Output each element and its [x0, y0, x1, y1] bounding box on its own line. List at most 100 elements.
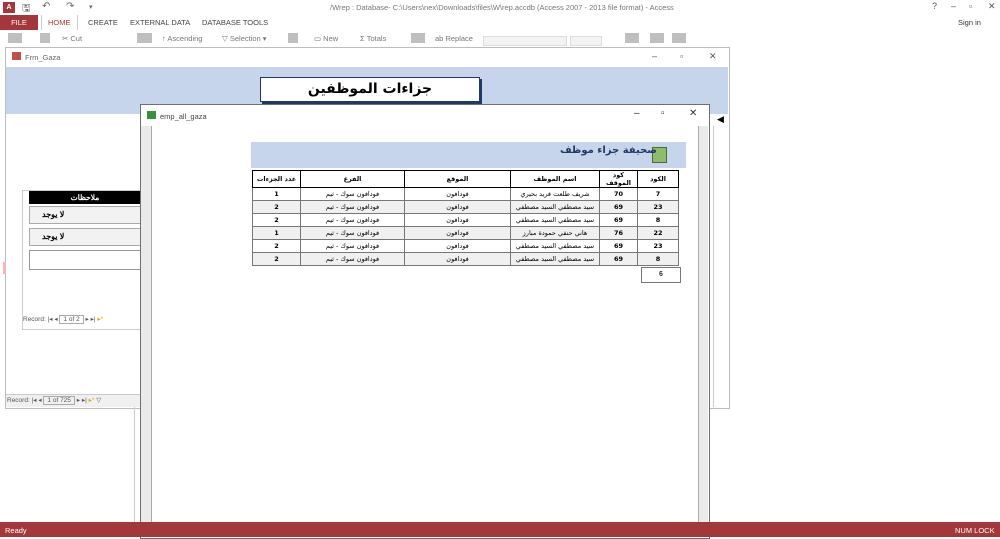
redo-icon[interactable]: ↷ [66, 1, 74, 12]
ascending-button[interactable]: ↑ Ascending [162, 34, 202, 43]
col-code: الكود [637, 170, 679, 188]
report-header-row: عدد الجزءات الفرع الموقع اسم الموظف كود … [252, 170, 679, 188]
subform-record-position[interactable]: 1 of 2 [59, 315, 84, 324]
new-record-button[interactable]: ▭ New [314, 34, 338, 43]
frm-minimize-button[interactable]: – [652, 51, 657, 61]
col-location: الموقع [404, 170, 511, 188]
scroll-right-arrow-icon[interactable]: ◀ [717, 114, 724, 125]
row-position-code-cell: 69 [599, 239, 638, 253]
filter-indicator-icon[interactable]: ▽ [96, 397, 101, 404]
emp-minimize-button[interactable]: – [634, 108, 640, 119]
row-location-cell: فودافون [404, 187, 511, 201]
row-penalty-count-cell: 2 [252, 213, 301, 227]
col-employee-name: اسم الموظف [510, 170, 600, 188]
status-bar [0, 522, 1000, 537]
cut-button[interactable]: ✂ Cut [62, 34, 82, 43]
row-employee-name-cell: سيد مصطفي السيد مصطفي [510, 213, 600, 227]
row-location-cell: فودافون [404, 213, 511, 227]
new-record-icon[interactable]: ▸* [89, 397, 95, 404]
row-position-code-cell: 76 [599, 226, 638, 240]
new-record-icon[interactable]: ▸* [97, 316, 103, 323]
font-size-box[interactable] [570, 36, 602, 46]
record-selector-mark [3, 262, 6, 274]
report-total-count: 6 [641, 267, 681, 283]
next-record-icon[interactable]: ▸ [86, 316, 89, 323]
help-button[interactable]: ? [932, 1, 937, 11]
tab-file[interactable]: FILE [0, 15, 38, 30]
main-record-position[interactable]: 1 of 725 [43, 396, 75, 405]
frm-close-button[interactable]: ✕ [709, 51, 717, 62]
filter-icon[interactable] [137, 33, 152, 43]
first-record-icon[interactable]: |◂ [48, 316, 53, 323]
emp-all-gaza-titlebar [141, 105, 708, 126]
status-text: Ready [5, 526, 27, 535]
subform-row[interactable]: لا يوجد [29, 228, 143, 246]
row-penalty-count-cell: 2 [252, 239, 301, 253]
report-margin-left [141, 126, 151, 537]
record-label: Record: [23, 316, 46, 323]
restore-button[interactable]: ▫ [969, 1, 972, 11]
row-penalty-count-cell: 1 [252, 226, 301, 240]
row-branch-cell: فودافون سوك - ثيم [300, 200, 405, 214]
replace-label: Replace [445, 34, 473, 43]
row-location-cell: فودافون [404, 239, 511, 253]
emp-all-gaza-title: emp_all_gaza [160, 112, 207, 121]
table-row[interactable]: 1 فودافون سوك - ثيم فودافون هاني حنفي حمودة… [252, 226, 679, 240]
subform-record-navigator: Record: |◂ ◂ 1 of 2 ▸ ▸| ▸* [23, 315, 141, 325]
grid-icon[interactable] [672, 33, 686, 43]
paste-icon[interactable] [40, 33, 50, 43]
prev-record-icon[interactable]: ◂ [38, 397, 41, 404]
col-position-code: كود الموقف [599, 170, 638, 188]
frm-gaza-titlebar [6, 48, 728, 67]
cut-label: Cut [70, 34, 83, 43]
find-icon[interactable] [411, 33, 425, 43]
view-icon[interactable] [8, 33, 22, 43]
table-row[interactable]: 2 فودافون سوك - ثيم فودافون سيد مصطفي السيد… [252, 239, 679, 253]
indent-icon[interactable] [650, 33, 664, 43]
subform-header: ملاحظات [29, 191, 141, 204]
row-branch-cell: فودافون سوك - ثيم [300, 252, 405, 266]
selection-label: Selection ▾ [229, 34, 267, 43]
minimize-button[interactable]: – [951, 1, 956, 11]
last-record-icon[interactable]: ▸| [82, 397, 87, 404]
row-location-cell: فودافون [404, 200, 511, 214]
table-row[interactable]: 1 فودافون سوك - ثيم فودافون شريف طلعت فريد … [252, 187, 679, 201]
row-location-cell: فودافون [404, 226, 511, 240]
close-button[interactable]: ✕ [988, 1, 996, 12]
selection-button[interactable]: ▽ Selection ▾ [222, 34, 267, 43]
customize-quick-access-icon[interactable]: ▾ [89, 3, 93, 11]
subform-row[interactable]: لا يوجد [29, 206, 143, 224]
table-row[interactable]: 2 فودافون سوك - ثيم فودافون سيد مصطفي السيد… [252, 252, 679, 266]
row-code-cell: 23 [637, 200, 679, 214]
subform-new-row[interactable] [29, 250, 143, 270]
row-branch-cell: فودافون سوك - ثيم [300, 213, 405, 227]
row-employee-name-cell: سيد مصطفي السيد مصطفي [510, 252, 600, 266]
tab-external-data[interactable]: EXTERNAL DATA [130, 18, 190, 27]
emp-maximize-button[interactable]: ▫ [661, 108, 665, 119]
row-branch-cell: فودافون سوك - ثيم [300, 226, 405, 240]
report-icon [147, 111, 156, 119]
undo-icon[interactable]: ↶ [42, 1, 50, 12]
frm-maximize-button[interactable]: ▫ [680, 51, 683, 61]
row-position-code-cell: 69 [599, 252, 638, 266]
col-branch: الفرع [300, 170, 405, 188]
tab-create[interactable]: CREATE [88, 18, 118, 27]
tab-database-tools[interactable]: DATABASE TOOLS [202, 18, 268, 27]
tab-home[interactable]: HOME [41, 15, 78, 30]
last-record-icon[interactable]: ▸| [91, 316, 96, 323]
prev-record-icon[interactable]: ◂ [54, 316, 57, 323]
list-icon[interactable] [625, 33, 639, 43]
row-code-cell: 7 [637, 187, 679, 201]
table-row[interactable]: 2 فودافون سوك - ثيم فودافون سيد مصطفي السيد… [252, 213, 679, 227]
sign-in-link[interactable]: Sign in [958, 18, 981, 27]
font-name-box[interactable] [483, 36, 567, 46]
first-record-icon[interactable]: |◂ [32, 397, 37, 404]
replace-button[interactable]: ab Replace [435, 34, 473, 43]
refresh-icon[interactable] [288, 33, 298, 43]
emp-close-button[interactable]: ✕ [689, 108, 697, 119]
table-row[interactable]: 2 فودافون سوك - ثيم فودافون سيد مصطفي السيد… [252, 200, 679, 214]
next-record-icon[interactable]: ▸ [77, 397, 80, 404]
row-employee-name-cell: سيد مصطفي السيد مصطفي [510, 200, 600, 214]
totals-button[interactable]: Σ Totals [360, 34, 386, 43]
row-penalty-count-cell: 2 [252, 200, 301, 214]
